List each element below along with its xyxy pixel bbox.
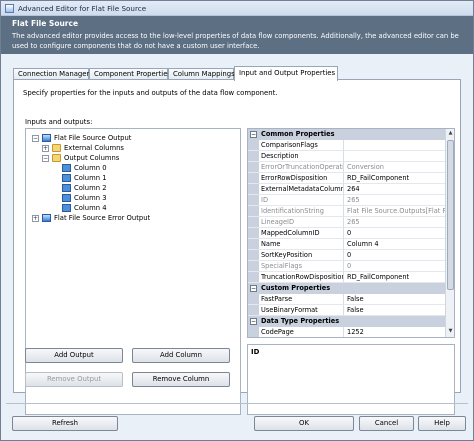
window-title: Advanced Editor for Flat File Source: [18, 4, 147, 13]
property-row: ErrorOrTruncationOperation Conversion: [248, 162, 446, 173]
ok-button[interactable]: OK: [254, 416, 354, 431]
property-row[interactable]: Description: [248, 151, 446, 162]
refresh-button[interactable]: Refresh: [12, 416, 118, 431]
category-common-properties[interactable]: − Common Properties: [248, 129, 446, 140]
tree-node-column-2[interactable]: Column 2: [62, 183, 107, 193]
add-output-button[interactable]: Add Output: [25, 348, 123, 363]
tree-node-label: Column 1: [74, 174, 107, 182]
property-row[interactable]: TruncationRowDisposition RD_FailComponent: [248, 272, 446, 283]
property-row-selected: ID 265: [248, 195, 446, 206]
component-output-icon: [42, 214, 51, 222]
column-icon: [62, 184, 71, 192]
property-row[interactable]: Name Column 4: [248, 239, 446, 250]
property-row[interactable]: ExternalMetadataColumnID 264: [248, 184, 446, 195]
column-icon: [62, 164, 71, 172]
expand-icon[interactable]: +: [42, 144, 49, 152]
category-label: Common Properties: [261, 130, 335, 138]
tree-node-label: Column 2: [74, 184, 107, 192]
tree-node-label: Column 0: [74, 164, 107, 172]
add-column-button[interactable]: Add Column: [132, 348, 230, 363]
tree-node-column-3[interactable]: Column 3: [62, 193, 107, 203]
property-row[interactable]: FastParse False: [248, 294, 446, 305]
property-row: LineageID 265: [248, 217, 446, 228]
remove-output-button[interactable]: Remove Output: [25, 372, 123, 387]
property-row[interactable]: ComparisonFlags: [248, 140, 446, 151]
tree-node-label: Flat File Source Error Output: [54, 214, 151, 222]
tree-node-column-4[interactable]: Column 4: [62, 203, 107, 213]
footer-separator: [6, 403, 468, 404]
collapse-icon[interactable]: −: [32, 134, 39, 142]
tree-node-output-columns[interactable]: − Output Columns: [42, 153, 119, 163]
scroll-up-icon[interactable]: ▲: [447, 130, 454, 138]
inputs-outputs-label: Inputs and outputs:: [25, 118, 93, 126]
scroll-down-icon[interactable]: ▼: [447, 328, 454, 336]
tab-panel: Specify properties for the inputs and ou…: [13, 79, 461, 415]
column-icon: [62, 194, 71, 202]
category-label: Data Type Properties: [261, 317, 340, 325]
tree-node-external-columns[interactable]: + External Columns: [42, 143, 124, 153]
properties-grid[interactable]: − Common Properties ComparisonFlags Descr…: [247, 128, 455, 338]
component-output-icon: [42, 134, 51, 142]
collapse-icon[interactable]: −: [42, 154, 49, 162]
header-description: The advanced editor provides access to t…: [12, 32, 459, 50]
tree-node-label: External Columns: [64, 144, 124, 152]
property-row[interactable]: ErrorRowDisposition RD_FailComponent: [248, 173, 446, 184]
advanced-editor-window: Advanced Editor for Flat File Source Fla…: [0, 0, 474, 441]
property-row[interactable]: MappedColumnID 0: [248, 228, 446, 239]
collapse-icon[interactable]: −: [250, 318, 257, 325]
tree-node-label: Flat File Source Output: [54, 134, 132, 142]
title-bar: Advanced Editor for Flat File Source: [1, 1, 473, 16]
folder-icon: [52, 144, 61, 152]
panel-instruction: Specify properties for the inputs and ou…: [23, 89, 278, 97]
expand-icon[interactable]: +: [32, 214, 39, 222]
property-row[interactable]: SortKeyPosition 0: [248, 250, 446, 261]
collapse-icon[interactable]: −: [250, 285, 257, 292]
description-title: ID: [251, 348, 260, 356]
remove-column-button[interactable]: Remove Column: [132, 372, 230, 387]
tree-node-label: Output Columns: [64, 154, 120, 162]
property-row: SpecialFlags 0: [248, 261, 446, 272]
tree-node-label: Column 3: [74, 194, 107, 202]
property-row[interactable]: CodePage 1252: [248, 327, 446, 337]
tree-node-label: Column 4: [74, 204, 107, 212]
tree-node-column-0[interactable]: Column 0: [62, 163, 107, 173]
category-label: Custom Properties: [261, 284, 331, 292]
column-icon: [62, 174, 71, 182]
header-banner: Flat File Source The advanced editor pro…: [1, 16, 473, 54]
help-button[interactable]: Help: [418, 416, 466, 431]
tree-node-column-1[interactable]: Column 1: [62, 173, 107, 183]
properties-scrollbar[interactable]: ▲ ▼: [445, 129, 454, 337]
collapse-icon[interactable]: −: [250, 131, 257, 138]
scroll-thumb[interactable]: [447, 140, 454, 290]
property-row: IdentificationString Flat File Source.Out…: [248, 206, 446, 217]
property-description-box: ID: [247, 344, 455, 415]
column-icon: [62, 204, 71, 212]
header-title: Flat File Source: [12, 19, 79, 28]
category-custom-properties[interactable]: − Custom Properties: [248, 283, 446, 294]
tree-node-output[interactable]: − Flat File Source Output: [32, 133, 131, 143]
tab-input-output-properties[interactable]: Input and Output Properties: [234, 66, 338, 81]
tree-node-error-output[interactable]: + Flat File Source Error Output: [32, 213, 150, 223]
category-data-type-properties[interactable]: − Data Type Properties: [248, 316, 446, 327]
folder-open-icon: [52, 154, 61, 162]
cancel-button[interactable]: Cancel: [359, 416, 414, 431]
property-row[interactable]: UseBinaryFormat False: [248, 305, 446, 316]
window-icon: [5, 4, 14, 13]
